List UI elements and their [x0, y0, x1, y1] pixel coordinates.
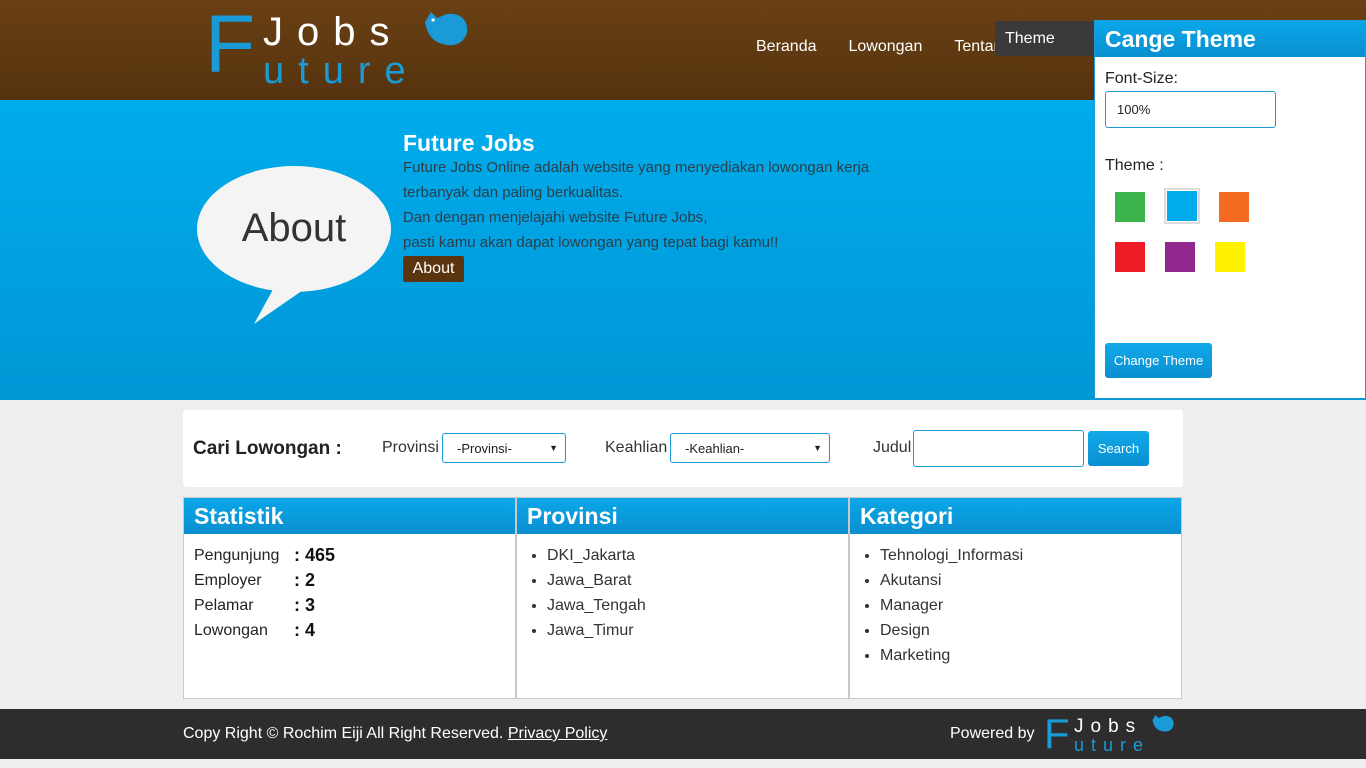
font-size-label: Font-Size:	[1105, 70, 1178, 87]
provinsi-panel: Provinsi DKI_Jakarta Jawa_Barat Jawa_Ten…	[516, 497, 849, 699]
provinsi-link[interactable]: DKI_Jakarta	[547, 547, 635, 564]
theme-toggle-tab[interactable]: Theme	[995, 21, 1094, 56]
kategori-list: Tehnologi_Informasi Akutansi Manager Des…	[880, 546, 1023, 671]
stat-value: : 465	[294, 545, 336, 565]
list-item: Tehnologi_Informasi	[880, 546, 1023, 571]
stat-value: : 4	[294, 620, 316, 640]
provinsi-title: Provinsi	[517, 498, 848, 534]
bird-logo-icon	[1152, 715, 1174, 732]
stat-label: Pengunjung	[194, 547, 280, 564]
list-item: Jawa_Timur	[547, 621, 646, 646]
logo-jobs-text: Jobs	[1074, 716, 1143, 737]
kategori-link[interactable]: Akutansi	[880, 572, 941, 589]
theme-swatch-orange[interactable]	[1219, 192, 1249, 222]
main-nav: Beranda Lowongan Tentang	[740, 30, 996, 70]
hero-description-line: terbanyak dan paling berkualitas.	[403, 184, 624, 201]
statistik-panel: Statistik Pengunjung : 465 Employer : 2 …	[183, 497, 516, 699]
theme-swatch-purple[interactable]	[1165, 242, 1195, 272]
about-button[interactable]: About	[403, 256, 464, 282]
powered-by-label: Powered by	[950, 725, 1035, 742]
bird-logo-icon	[425, 12, 468, 46]
provinsi-link[interactable]: Jawa_Timur	[547, 622, 634, 639]
theme-swatch-yellow[interactable]	[1215, 242, 1245, 272]
logo-jobs-text: Jobs	[263, 10, 404, 54]
provinsi-link[interactable]: Jawa_Tengah	[547, 597, 646, 614]
site-logo[interactable]: F Jobs uture	[205, 4, 475, 92]
list-item: Akutansi	[880, 571, 1023, 596]
kategori-panel: Kategori Tehnologi_Informasi Akutansi Ma…	[849, 497, 1182, 699]
hero-title: Future Jobs	[403, 130, 535, 156]
provinsi-select[interactable]: -Provinsi- ▼	[442, 433, 566, 463]
nav-tentang[interactable]: Tentang	[954, 38, 996, 56]
search-button[interactable]: Search	[1088, 431, 1149, 466]
privacy-policy-link[interactable]: Privacy Policy	[508, 725, 608, 742]
stat-label: Lowongan	[194, 622, 268, 639]
list-item: Jawa_Barat	[547, 571, 646, 596]
kategori-link[interactable]: Marketing	[880, 647, 950, 664]
keahlian-select[interactable]: -Keahlian- ▼	[670, 433, 830, 463]
logo-uture-text: uture	[1074, 735, 1151, 755]
copyright-text: Copy Right © Rochim Eiji All Right Reser…	[183, 725, 607, 743]
nav-beranda[interactable]: Beranda	[756, 38, 817, 56]
bubble-about-text: About	[241, 206, 347, 250]
keahlian-select-value: -Keahlian-	[685, 441, 745, 456]
list-item: Design	[880, 621, 1023, 646]
list-item: Jawa_Tengah	[547, 596, 646, 621]
theme-swatch-blue[interactable]	[1164, 188, 1200, 224]
list-item: Marketing	[880, 646, 1023, 671]
stat-value: : 3	[294, 595, 316, 615]
logo-letter-f: F	[205, 0, 256, 90]
hero-description-line: Future Jobs Online adalah website yang m…	[403, 159, 870, 176]
change-theme-panel: Cange Theme Font-Size: Theme : Change Th…	[1094, 20, 1366, 399]
stat-label: Pelamar	[194, 597, 254, 614]
site-footer: Copy Right © Rochim Eiji All Right Reser…	[0, 709, 1366, 759]
list-item: DKI_Jakarta	[547, 546, 646, 571]
theme-swatch-green[interactable]	[1115, 192, 1145, 222]
nav-lowongan[interactable]: Lowongan	[849, 38, 923, 56]
stat-value: : 2	[294, 570, 316, 590]
logo-uture-text: uture	[263, 50, 420, 92]
provinsi-list: DKI_Jakarta Jawa_Barat Jawa_Tengah Jawa_…	[547, 546, 646, 646]
logo-letter-f: F	[1044, 710, 1070, 757]
provinsi-select-value: -Provinsi-	[457, 441, 512, 456]
provinsi-link[interactable]: Jawa_Barat	[547, 572, 632, 589]
kategori-title: Kategori	[850, 498, 1181, 534]
change-theme-button[interactable]: Change Theme	[1105, 343, 1212, 378]
chevron-down-icon: ▼	[813, 443, 822, 453]
statistik-title: Statistik	[184, 498, 515, 534]
list-item: Manager	[880, 596, 1023, 621]
theme-swatch-red[interactable]	[1115, 242, 1145, 272]
stat-label: Employer	[194, 572, 262, 589]
job-search-bar: Cari Lowongan : Provinsi -Provinsi- ▼ Ke…	[183, 410, 1183, 487]
kategori-link[interactable]: Tehnologi_Informasi	[880, 547, 1023, 564]
copyright-label: Copy Right © Rochim Eiji All Right Reser…	[183, 725, 504, 742]
provinsi-label: Provinsi	[382, 439, 439, 456]
hero-description-line: Dan dengan menjelajahi website Future Jo…	[403, 209, 708, 226]
font-size-input[interactable]	[1105, 91, 1276, 128]
chevron-down-icon: ▼	[549, 443, 558, 453]
keahlian-label: Keahlian	[605, 439, 668, 456]
judul-input[interactable]	[913, 430, 1084, 467]
panel-title: Cange Theme	[1095, 21, 1365, 57]
judul-label: Judul	[873, 439, 912, 456]
kategori-link[interactable]: Manager	[880, 597, 943, 614]
theme-label: Theme :	[1105, 157, 1164, 174]
search-title: Cari Lowongan :	[193, 438, 342, 459]
kategori-link[interactable]: Design	[880, 622, 930, 639]
footer-logo[interactable]: F Jobs uture	[1044, 710, 1184, 757]
hero-description-line: pasti kamu akan dapat lowongan yang tepa…	[403, 234, 779, 251]
